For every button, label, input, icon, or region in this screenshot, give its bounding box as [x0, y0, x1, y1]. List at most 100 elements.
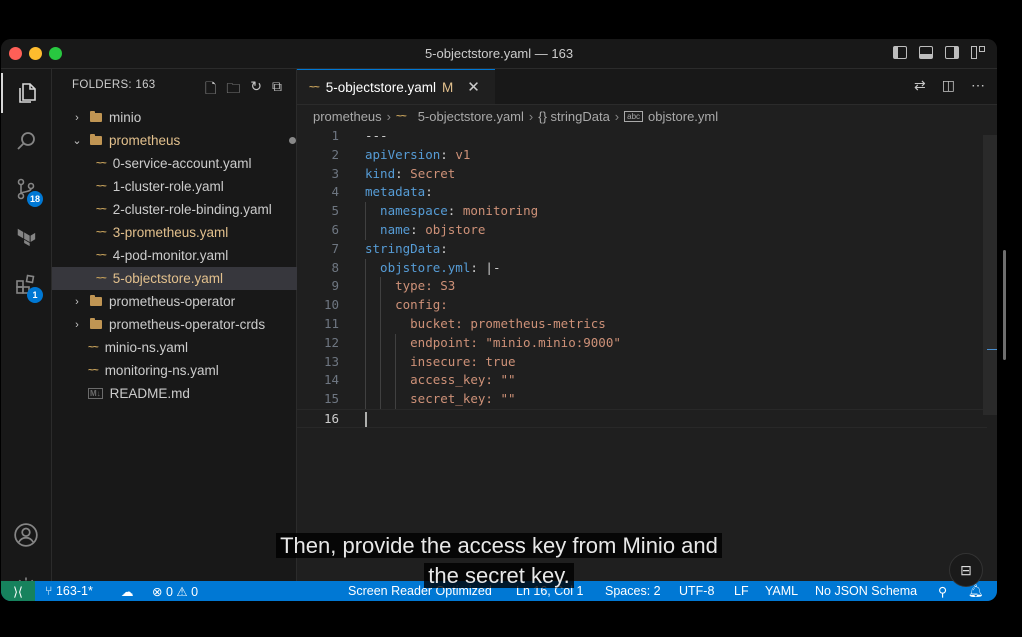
chevron-right-icon: › — [528, 109, 534, 124]
title-bar: 5-objectstore.yaml — 163 — [1, 39, 997, 69]
tree-item-label: 1-cluster-role.yaml — [112, 179, 224, 194]
branch-name: 163-1* — [55, 584, 93, 598]
customize-layout-icon[interactable] — [971, 46, 985, 59]
tree-item-file[interactable]: ~~ minio-ns.yaml — [52, 336, 332, 359]
text-cursor — [365, 411, 367, 427]
markdown-file-icon: M↓ — [88, 388, 103, 399]
tree-item-label: prometheus — [109, 133, 181, 148]
toggle-panel-icon[interactable] — [919, 46, 933, 59]
tab-5-objectstore[interactable]: ~~ 5-objectstore.yaml M ✕ — [297, 69, 495, 104]
warning-count: 0 — [191, 585, 199, 599]
line-number: 12 — [323, 334, 339, 350]
line-number: 4 — [331, 184, 339, 200]
editor-area: ~~ 5-objectstore.yaml M ✕ ⇄ ◫ ⋯ promethe… — [297, 69, 997, 581]
chevron-down-icon: ⌄ — [72, 135, 82, 147]
tree-item-prometheus-operator[interactable]: › prometheus-operator — [52, 290, 314, 313]
code-line: access_key: "" — [365, 372, 516, 388]
modified-dot-icon — [289, 137, 296, 144]
line-number: 16 — [323, 410, 339, 426]
tab-bar: ~~ 5-objectstore.yaml M ✕ ⇄ ◫ ⋯ — [297, 69, 997, 105]
search-activity[interactable] — [1, 121, 51, 161]
yaml-file-icon: ~~ — [96, 181, 107, 192]
yaml-file-icon: ~~ — [96, 250, 107, 261]
minimap-cursor-marker — [987, 349, 997, 350]
line-number: 13 — [323, 353, 339, 369]
chevron-right-icon: › — [614, 109, 620, 124]
chevron-right-icon: › — [386, 109, 391, 124]
tree-item-prometheus-operator-crds[interactable]: › prometheus-operator-crds — [52, 313, 314, 336]
open-changes-icon[interactable]: ⇄ — [914, 77, 926, 94]
branch-status[interactable]: ⑂ 163-1* — [45, 584, 93, 598]
line-number: 14 — [323, 372, 339, 388]
line-number: 3 — [331, 165, 339, 181]
tree-item-label: minio-ns.yaml — [104, 340, 188, 355]
breadcrumb-item[interactable]: prometheus — [313, 109, 382, 124]
line-number: 5 — [331, 203, 339, 219]
warning-icon: ⚠ — [176, 585, 192, 599]
tree-item-label: 4-pod-monitor.yaml — [112, 248, 229, 263]
code-line: name: objstore — [365, 221, 486, 237]
explorer-activity[interactable] — [1, 73, 51, 113]
tree-item-label: prometheus-operator-crds — [109, 317, 266, 332]
toggle-secondary-sidebar-icon[interactable] — [945, 46, 959, 59]
yaml-file-icon: ~~ — [309, 81, 320, 93]
more-actions-icon[interactable]: ⋯ — [971, 77, 985, 94]
line-number: 10 — [323, 297, 339, 313]
collapse-all-icon[interactable]: ⧉ — [272, 78, 282, 102]
tree-item-prometheus[interactable]: ⌄ prometheus — [52, 129, 314, 152]
new-file-icon[interactable]: 🗋 — [205, 78, 216, 102]
code-line: stringData: — [365, 240, 448, 256]
tree-item-minio[interactable]: › minio — [52, 106, 314, 129]
code-line: type: S3 — [365, 278, 456, 294]
toggle-primary-sidebar-icon[interactable] — [893, 46, 907, 59]
tree-item-label: README.md — [109, 386, 190, 401]
error-icon: ⊗ — [152, 585, 166, 599]
code-line: --- — [365, 128, 388, 143]
extensions-activity[interactable]: 1 — [1, 265, 51, 305]
folder-icon — [90, 295, 102, 306]
refresh-icon[interactable]: ↻ — [250, 78, 262, 102]
caption-line: Then, provide the access key from Minio … — [276, 533, 722, 558]
editor-actions: ⇄ ◫ ⋯ — [914, 77, 985, 94]
folder-icon — [90, 111, 102, 122]
remote-indicator[interactable]: ⟩⟨ — [1, 581, 35, 601]
breadcrumb: prometheus › ~~ 5-objectstore.yaml › {} … — [313, 109, 718, 124]
line-number: 7 — [331, 240, 339, 256]
vertical-scrollbar[interactable] — [983, 135, 997, 415]
code-line: insecure: true — [365, 353, 516, 369]
breadcrumb-item[interactable]: {} stringData — [538, 109, 610, 124]
close-icon[interactable]: ✕ — [467, 78, 480, 96]
chevron-right-icon: › — [75, 111, 79, 124]
tree-item-file[interactable]: ~~ monitoring-ns.yaml — [52, 359, 332, 382]
activity-bar: 18 1 1 — [1, 69, 52, 601]
tab-label: 5-objectstore.yaml — [325, 79, 436, 95]
chevron-right-icon: › — [75, 318, 79, 331]
terraform-icon — [17, 228, 36, 247]
yaml-file-icon: ~~ — [396, 111, 407, 122]
new-folder-icon[interactable]: 🗀 — [226, 78, 240, 102]
language-mode-status[interactable]: YAML — [765, 584, 798, 598]
branch-icon: ⑂ — [45, 584, 56, 598]
code-line: apiVersion: v1 — [365, 146, 471, 162]
accounts-status-icon[interactable]: ⚲ — [938, 584, 947, 599]
code-editor[interactable]: 1 --- 2 apiVersion: v1 3 kind: Secret 4 meta… — [297, 127, 987, 428]
live-text-scan-icon[interactable]: ⊟ — [949, 553, 983, 587]
split-editor-icon[interactable]: ◫ — [942, 77, 955, 94]
json-schema-status[interactable]: No JSON Schema — [815, 584, 917, 598]
files-icon — [19, 83, 36, 103]
search-icon — [17, 132, 35, 150]
sync-icon[interactable]: ☁ — [121, 584, 134, 599]
breadcrumb-item[interactable]: 5-objectstore.yaml — [418, 109, 524, 124]
line-number: 2 — [331, 146, 339, 162]
tree-item-file[interactable]: M↓ README.md — [52, 382, 332, 405]
breadcrumb-item[interactable]: objstore.yml — [648, 109, 718, 124]
tree-item-label: monitoring-ns.yaml — [104, 363, 219, 378]
remote-icon: ⟩⟨ — [13, 584, 23, 599]
source-control-activity[interactable]: 18 — [1, 169, 51, 209]
accounts-activity[interactable] — [1, 515, 51, 555]
line-number: 11 — [323, 315, 339, 331]
problems-status[interactable]: ⊗ 0 ⚠ 0 — [152, 584, 198, 599]
line-number: 6 — [331, 221, 339, 237]
terraform-activity[interactable] — [1, 217, 51, 257]
chevron-right-icon: › — [75, 295, 79, 308]
